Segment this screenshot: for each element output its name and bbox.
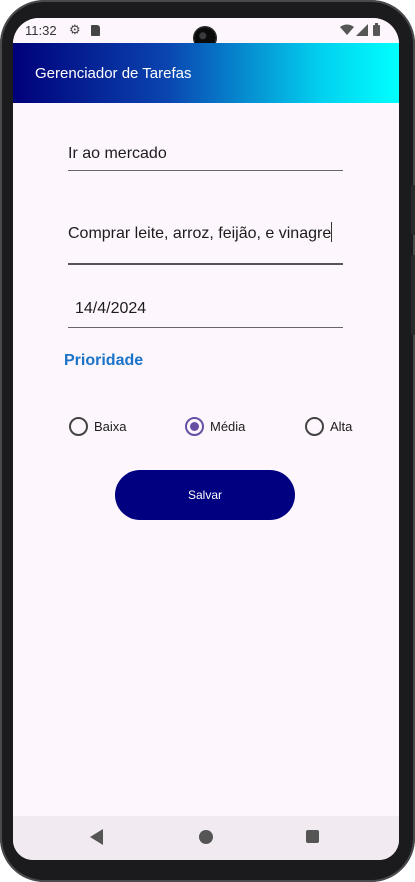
priority-radio-media[interactable]: Média: [185, 416, 245, 436]
recents-icon[interactable]: [306, 830, 319, 843]
radio-button-checked-icon[interactable]: [185, 416, 204, 436]
task-description-value: Comprar leite, arroz, feijão, e vinagre: [68, 225, 332, 242]
sd-card-icon: [91, 25, 100, 36]
text-cursor: [331, 222, 333, 242]
task-title-value: Ir ao mercado: [68, 145, 167, 162]
task-description-field[interactable]: Comprar leite, arroz, feijão, e vinagre: [68, 222, 343, 265]
app-title: Gerenciador de Tarefas: [35, 65, 192, 82]
signal-icon: [356, 24, 368, 36]
task-date-field[interactable]: 14/4/2024: [68, 300, 343, 328]
task-date-value: 14/4/2024: [75, 300, 147, 317]
back-icon[interactable]: [90, 829, 103, 845]
status-time: 11:32: [25, 23, 57, 38]
radio-button-icon[interactable]: [69, 416, 88, 436]
app-bar: Gerenciador de Tarefas: [13, 43, 399, 103]
priority-option-label: Baixa: [94, 418, 127, 434]
volume-button: [411, 185, 415, 235]
priority-option-label: Média: [210, 418, 246, 434]
power-button: [411, 255, 415, 335]
save-button[interactable]: Salvar: [115, 470, 295, 520]
battery-icon: [373, 23, 380, 36]
priority-option-label: Alta: [330, 418, 353, 434]
priority-label: Prioridade: [64, 352, 144, 369]
navigation-bar: [13, 816, 399, 860]
phone-frame: 11:32 ⚙ Gerenciador de Tarefas Ir ao mer…: [0, 0, 415, 882]
wifi-icon: [340, 24, 354, 35]
gear-icon: ⚙: [69, 22, 81, 37]
priority-radio-baixa[interactable]: Baixa: [69, 416, 127, 436]
priority-radio-alta[interactable]: Alta: [305, 416, 352, 436]
screen: 11:32 ⚙ Gerenciador de Tarefas Ir ao mer…: [13, 18, 399, 860]
radio-button-icon[interactable]: [305, 416, 324, 436]
task-title-field[interactable]: Ir ao mercado: [68, 145, 343, 171]
home-icon[interactable]: [199, 830, 213, 844]
